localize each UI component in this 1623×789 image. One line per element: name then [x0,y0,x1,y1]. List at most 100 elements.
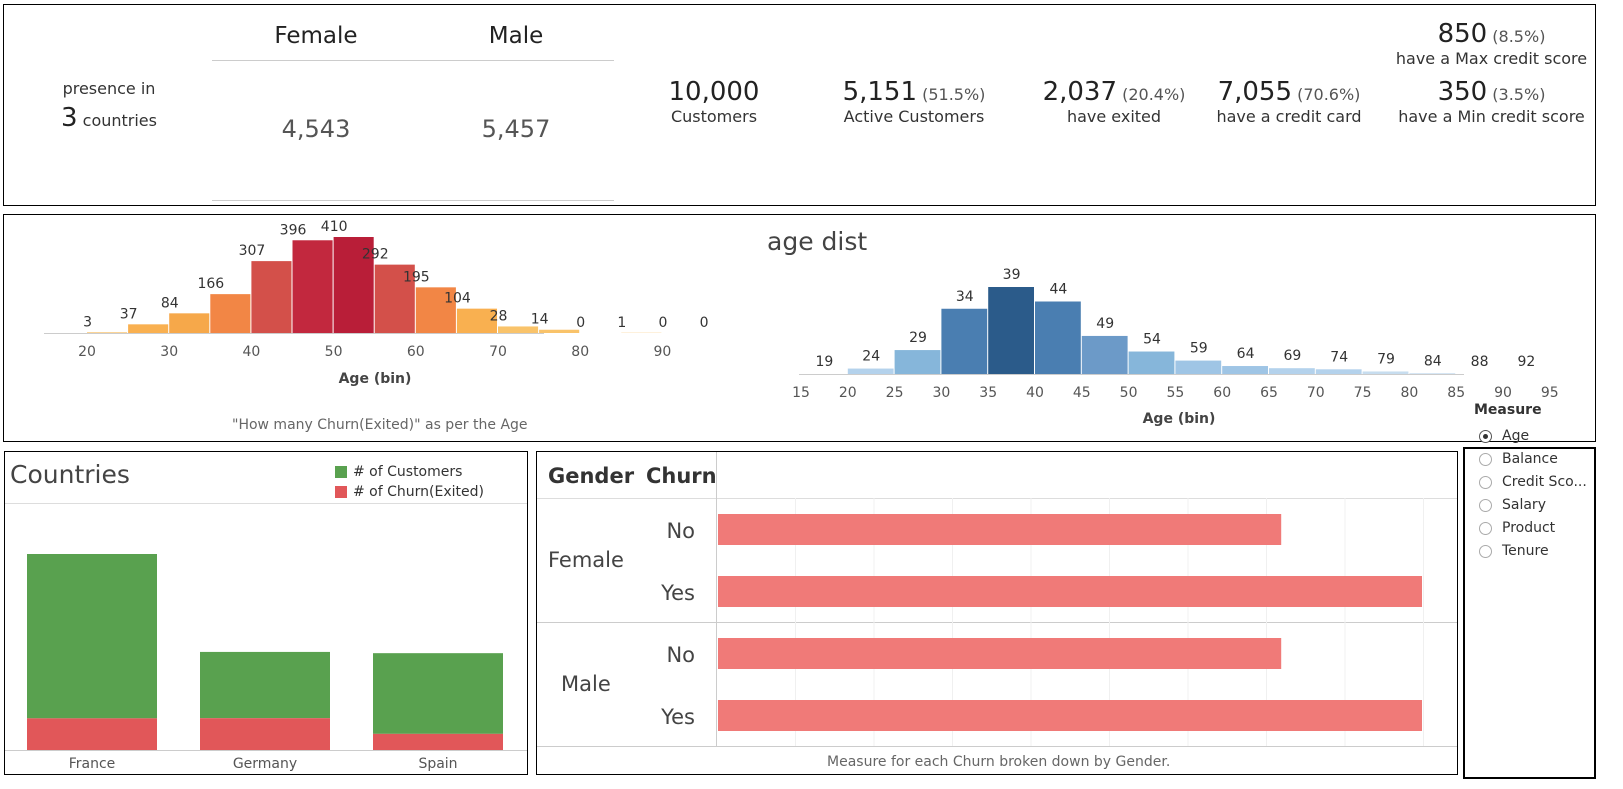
tick-label: 85 [1447,385,1465,401]
measure-option-product[interactable]: Product [1479,518,1555,538]
kpi-panel: presence in 3 countries Female Male 4,54… [3,4,1596,206]
active-value: 5,151 [842,77,918,107]
bar-churn [373,733,503,750]
tick-label: 70 [1307,385,1325,401]
x-axis-title: Age (bin) [1143,411,1216,427]
bar-customers [200,651,330,719]
data-label: 410 [321,219,348,235]
bar [539,329,580,333]
gender-top-rule [212,60,614,61]
measure-option-label: Age [1502,428,1530,444]
tick-label: 75 [1354,385,1372,401]
measure-option-label: Balance [1502,451,1558,467]
data-label: 69 [1283,348,1301,364]
measure-option-balance[interactable]: Balance [1479,449,1558,469]
bar [1175,360,1222,374]
measure-option-salary[interactable]: Salary [1479,495,1546,515]
data-label: 28 [490,308,508,324]
female-count: 4,543 [281,115,351,143]
radio-icon[interactable] [1479,544,1492,558]
data-label: 0 [700,315,709,331]
bar [1315,369,1362,374]
data-label: 59 [1190,341,1208,357]
legend-customers: # of Customers [353,464,463,480]
data-label: 396 [280,222,307,238]
gender-bottom-rule [212,200,614,201]
bar [1269,368,1315,374]
min-value: 350 [1437,77,1488,107]
bar [251,261,292,333]
countries-count-line: 3 countries [44,103,174,133]
measure-option-credit-score[interactable]: Credit Sco... [1479,472,1587,492]
presence-label: presence in [62,79,156,98]
measure-option-tenure[interactable]: Tenure [1479,541,1549,561]
data-label: 29 [909,330,927,346]
data-label: 0 [576,315,585,331]
exited-pct: (20.4%) [1122,85,1186,104]
data-label: 24 [862,349,880,365]
bar-customers [373,653,503,734]
data-label: 19 [815,354,833,370]
data-label: 37 [120,306,138,322]
age-panel: age dist "How many Churn(Exited)" as per… [3,214,1596,442]
tick-label: 90 [1494,385,1512,401]
bar [292,240,333,333]
radio-icon[interactable] [1479,498,1492,512]
bar [1128,351,1175,374]
max-value: 850 [1437,19,1488,49]
tick-label: 50 [325,344,343,360]
kpi-max-credit: 850 (8.5%) have a Max credit score [1389,19,1594,68]
countries-panel: Countries # of Customers # of Churn(Exit… [4,451,528,775]
data-label: 0 [658,315,667,331]
radio-icon[interactable] [1479,521,1492,535]
tick-label: 70 [489,344,507,360]
data-label: 14 [531,312,549,328]
countries-label: countries [82,111,157,130]
kpi-customers: 10,000 Customers [634,77,794,126]
kpi-exited: 2,037 (20.4%) have exited [1034,77,1194,126]
male-count: 5,457 [481,115,551,143]
bar [210,294,251,333]
tick-label: 35 [979,385,997,401]
data-label: 195 [403,269,430,285]
card-value: 7,055 [1217,77,1293,107]
bar [1362,371,1409,374]
customers-value: 10,000 [668,77,760,107]
max-pct: (8.5%) [1492,27,1546,46]
countries-count: 3 [61,103,78,133]
data-label: 88 [1471,354,1489,370]
bar [718,576,1422,607]
bar [169,313,210,333]
measure-option-age[interactable]: Age [1479,426,1529,446]
female-header: Female [274,23,358,49]
radio-selected-icon[interactable] [1479,429,1492,443]
measure-option-label: Credit Sco... [1502,474,1587,490]
radio-icon[interactable] [1479,475,1492,489]
bar [988,287,1034,374]
radio-icon[interactable] [1479,452,1492,466]
kpi-min-credit: 350 (3.5%) have a Min credit score [1389,77,1594,126]
data-label: 1 [617,315,626,331]
churn-row-label: Yes [660,581,695,605]
measure-option-label: Salary [1502,497,1546,513]
tick-label: 65 [1260,385,1278,401]
kpi-credit-card: 7,055 (70.6%) have a credit card [1204,77,1374,126]
min-label: have a Min credit score [1398,107,1585,126]
data-label: 104 [444,291,471,307]
active-label: Active Customers [843,107,985,126]
bar [1035,301,1081,374]
data-label: 3 [83,314,92,330]
data-label: 74 [1330,349,1348,365]
churn-row-label: No [666,643,695,667]
male-header: Male [488,23,544,49]
data-label: 79 [1377,351,1395,367]
data-label: 39 [1003,267,1021,283]
measure-options: Age Balance Credit Sco... Salary Product… [1463,426,1596,576]
tick-label: 25 [886,385,904,401]
data-label: 307 [239,243,266,259]
tick-label: 30 [932,385,950,401]
x-axis-title: Age (bin) [339,371,412,387]
churn-row-label: Yes [660,705,695,729]
gender-row-label: Female [548,548,624,572]
tick-label: 40 [1026,385,1044,401]
